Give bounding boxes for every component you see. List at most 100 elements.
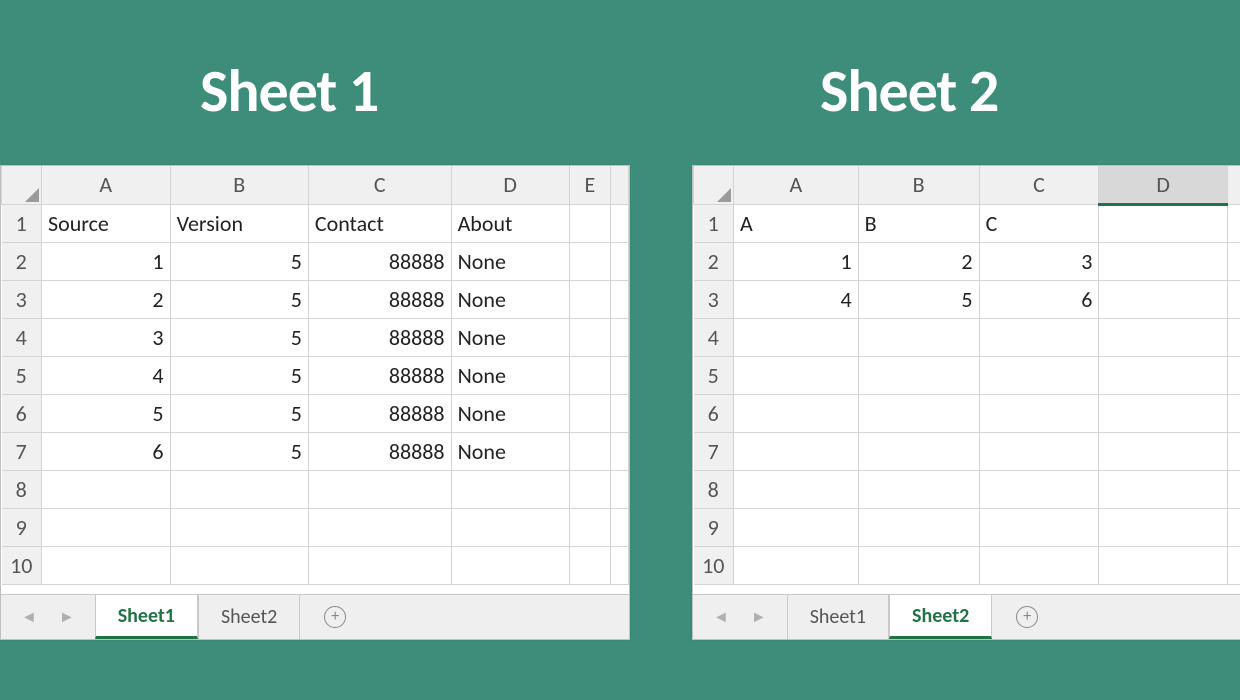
cell[interactable]: 3 [979, 242, 1099, 280]
row-header[interactable]: 7 [2, 432, 42, 470]
cell[interactable] [734, 356, 859, 394]
column-header[interactable]: C [308, 166, 451, 204]
cell[interactable]: C [979, 204, 1099, 242]
row-header[interactable]: 4 [2, 318, 42, 356]
cell[interactable] [1099, 280, 1228, 318]
cell[interactable] [734, 432, 859, 470]
column-header[interactable]: E [569, 166, 610, 204]
row-header[interactable]: 9 [694, 508, 734, 546]
cell[interactable] [979, 432, 1099, 470]
cell[interactable]: 5 [42, 394, 171, 432]
tab-next-icon[interactable]: ► [59, 608, 75, 627]
tab-prev-icon[interactable]: ◄ [713, 608, 729, 627]
cell[interactable]: 6 [979, 280, 1099, 318]
row-header[interactable]: 6 [2, 394, 42, 432]
cell[interactable]: A [734, 204, 859, 242]
cell[interactable] [979, 356, 1099, 394]
row-header[interactable]: 5 [694, 356, 734, 394]
row-header[interactable]: 2 [2, 242, 42, 280]
cell[interactable]: 5 [858, 280, 979, 318]
column-header[interactable]: D [1099, 166, 1228, 204]
row-header[interactable]: 3 [694, 280, 734, 318]
grid-sheet2[interactable]: ABCD 1ABC2123345645678910 [693, 166, 1240, 594]
cell[interactable]: Version [170, 204, 308, 242]
cell[interactable] [734, 546, 859, 584]
cell[interactable] [1099, 508, 1228, 546]
row-header[interactable]: 7 [694, 432, 734, 470]
cell[interactable]: 88888 [308, 318, 451, 356]
cell[interactable] [569, 242, 610, 280]
cell[interactable]: 5 [170, 356, 308, 394]
cell[interactable] [569, 204, 610, 242]
tab-sheet1[interactable]: Sheet1 [95, 595, 198, 639]
cell[interactable] [1099, 204, 1228, 242]
row-header[interactable]: 1 [694, 204, 734, 242]
cell[interactable] [858, 318, 979, 356]
cell[interactable] [979, 470, 1099, 508]
row-header[interactable]: 1 [2, 204, 42, 242]
cell[interactable] [170, 546, 308, 584]
cell[interactable] [979, 318, 1099, 356]
cell[interactable] [451, 546, 569, 584]
cell[interactable] [858, 470, 979, 508]
cell[interactable] [1099, 242, 1228, 280]
cell[interactable] [569, 318, 610, 356]
column-header[interactable]: C [979, 166, 1099, 204]
row-header[interactable]: 5 [2, 356, 42, 394]
cell[interactable] [734, 470, 859, 508]
cell[interactable] [1099, 432, 1228, 470]
cell[interactable]: 88888 [308, 242, 451, 280]
row-header[interactable]: 8 [694, 470, 734, 508]
cell[interactable] [451, 508, 569, 546]
cell[interactable]: None [451, 280, 569, 318]
tab-prev-icon[interactable]: ◄ [21, 608, 37, 627]
cell[interactable]: None [451, 394, 569, 432]
cell[interactable]: 1 [734, 242, 859, 280]
row-header[interactable]: 2 [694, 242, 734, 280]
cell[interactable]: None [451, 432, 569, 470]
row-header[interactable]: 10 [694, 546, 734, 584]
cell[interactable] [451, 470, 569, 508]
tab-next-icon[interactable]: ► [751, 608, 767, 627]
cell[interactable]: None [451, 242, 569, 280]
row-header[interactable]: 10 [2, 546, 42, 584]
cell[interactable]: Source [42, 204, 171, 242]
cell[interactable]: 6 [42, 432, 171, 470]
row-header[interactable]: 6 [694, 394, 734, 432]
cell[interactable] [569, 508, 610, 546]
cell[interactable] [569, 546, 610, 584]
cell[interactable] [1099, 356, 1228, 394]
cell[interactable] [979, 546, 1099, 584]
cell[interactable] [308, 546, 451, 584]
add-sheet-button[interactable]: + [992, 595, 1062, 639]
column-header[interactable]: A [734, 166, 859, 204]
cell[interactable] [858, 432, 979, 470]
cell[interactable] [1099, 470, 1228, 508]
tab-sheet2[interactable]: Sheet2 [198, 595, 300, 639]
cell[interactable]: None [451, 318, 569, 356]
cell[interactable]: 88888 [308, 356, 451, 394]
column-header[interactable]: A [42, 166, 171, 204]
cell[interactable]: 5 [170, 280, 308, 318]
cell[interactable] [1099, 318, 1228, 356]
cell[interactable] [42, 546, 171, 584]
cell[interactable] [308, 508, 451, 546]
cell[interactable] [858, 356, 979, 394]
cell[interactable]: 5 [170, 394, 308, 432]
cell[interactable] [42, 470, 171, 508]
cell[interactable]: 4 [734, 280, 859, 318]
cell[interactable] [734, 508, 859, 546]
cell[interactable]: 4 [42, 356, 171, 394]
column-header[interactable]: B [858, 166, 979, 204]
cell[interactable]: About [451, 204, 569, 242]
cell[interactable] [569, 470, 610, 508]
row-header[interactable]: 4 [694, 318, 734, 356]
cell[interactable] [569, 356, 610, 394]
cell[interactable] [734, 318, 859, 356]
cell[interactable]: 88888 [308, 280, 451, 318]
cell[interactable] [1099, 394, 1228, 432]
cell[interactable] [858, 508, 979, 546]
cell[interactable]: 1 [42, 242, 171, 280]
cell[interactable] [569, 280, 610, 318]
cell[interactable] [858, 394, 979, 432]
